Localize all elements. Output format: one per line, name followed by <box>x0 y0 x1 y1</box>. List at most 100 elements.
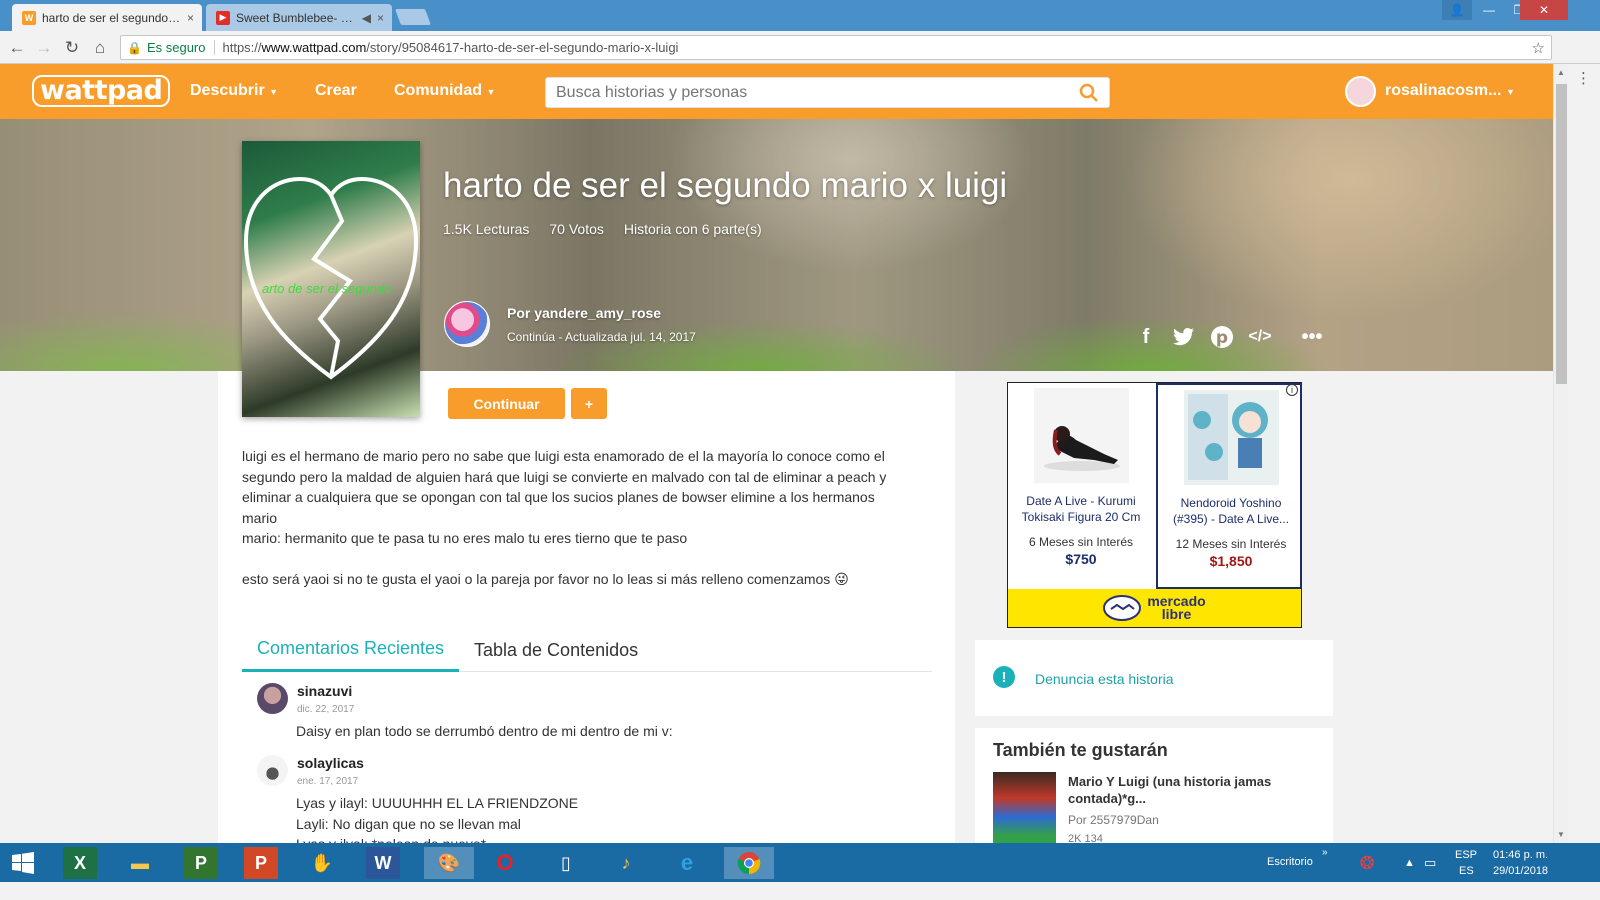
page-scrollbar[interactable]: ▲ ▼ <box>1553 64 1568 843</box>
commenter-name[interactable]: sinazuvi <box>297 683 352 699</box>
scroll-thumb[interactable] <box>1556 84 1567 384</box>
windows-taskbar: X ▬ P P ✋ W 🎨 O ▯ ♪ e Escritorio » ❂ ▲ ▭… <box>0 843 1600 882</box>
nav-discover[interactable]: Descubrir ▼ <box>190 82 278 100</box>
embed-code-icon[interactable]: </> <box>1246 323 1274 351</box>
music-app-icon[interactable]: ♪ <box>609 847 643 879</box>
glove-app-icon[interactable]: ✋ <box>305 847 339 879</box>
chrome-icon[interactable] <box>724 847 774 879</box>
desktop-toolbar-label[interactable]: Escritorio <box>1267 856 1313 868</box>
recommended-story-title[interactable]: Mario Y Luigi (una historia jamas contad… <box>1068 773 1318 807</box>
keyboard-layout-indicator[interactable]: ES <box>1459 865 1474 877</box>
description-line: segundo pero la maldad de alguien hará q… <box>242 468 887 485</box>
description-line: luigi es el hermano de mario pero no sab… <box>242 448 885 464</box>
author-avatar[interactable] <box>444 301 490 347</box>
wattpad-header: wattpad Descubrir ▼ Crear Comunidad ▼ ro… <box>0 64 1553 119</box>
ad-installments: 12 Meses sin Interés <box>1175 537 1287 551</box>
recommended-story-stats: 2K 134 <box>1068 833 1103 843</box>
story-hero-banner: harto de ser el segundo mario x luigi 1.… <box>0 119 1553 371</box>
windows-logo-icon <box>12 852 34 874</box>
ad-info-icon[interactable]: i <box>1286 384 1298 396</box>
network-icon[interactable]: ▭ <box>1424 855 1436 871</box>
internet-explorer-icon[interactable]: e <box>670 847 704 879</box>
facebook-share-icon[interactable]: f <box>1132 323 1160 351</box>
toolbar-expand-icon[interactable]: » <box>1322 847 1328 858</box>
comment-line: Lyas y ilayl: UUUUHHH EL LA FRIENDZONE <box>296 795 579 811</box>
url-domain: www.wattpad.com <box>261 40 367 55</box>
more-options-icon[interactable]: ••• <box>1298 323 1326 351</box>
pinterest-share-icon[interactable]: p <box>1208 323 1236 351</box>
bookmark-star-icon[interactable]: ☆ <box>1532 39 1545 57</box>
user-profile-icon[interactable]: 👤 <box>1442 0 1472 20</box>
forward-icon[interactable]: → <box>33 37 55 59</box>
close-window-button[interactable]: ✕ <box>1520 0 1568 20</box>
scroll-up-icon[interactable]: ▲ <box>1557 68 1565 77</box>
antivirus-tray-icon[interactable]: ❂ <box>1350 847 1384 879</box>
commenter-avatar[interactable] <box>257 683 288 714</box>
clock-time[interactable]: 01:46 p. m. <box>1493 849 1548 861</box>
mercadolibre-banner[interactable]: mercado libre <box>1008 589 1301 627</box>
excel-icon[interactable]: X <box>63 847 97 879</box>
back-icon[interactable]: ← <box>6 37 28 59</box>
votes-count: 70 Votos <box>549 221 604 237</box>
comment-item: solaylicas ene. 17, 2017 Lyas y ilayl: U… <box>257 755 907 843</box>
ad-product[interactable]: Date A Live - Kurumi Tokisaki Figura 20 … <box>1008 383 1154 589</box>
word-icon[interactable]: W <box>366 847 400 879</box>
alert-icon: ! <box>993 666 1015 688</box>
recommended-story-author[interactable]: Por 2557979Dan <box>1068 813 1159 827</box>
report-story-box: ! Denuncia esta historia <box>975 640 1333 716</box>
search-input[interactable] <box>546 78 1046 107</box>
comment-item: sinazuvi dic. 22, 2017 Daisy en plan tod… <box>257 683 907 743</box>
minimize-button[interactable]: — <box>1474 0 1504 20</box>
browser-tab-wattpad[interactable]: W harto de ser el segundo mario x luigi … <box>12 4 202 31</box>
paint-icon[interactable]: 🎨 <box>424 847 474 879</box>
comment-line: Lyas y ilyal: *pelean de nuevo* <box>296 834 578 843</box>
language-indicator[interactable]: ESP <box>1455 849 1477 861</box>
clock-date[interactable]: 29/01/2018 <box>1493 865 1548 877</box>
home-icon[interactable]: ⌂ <box>89 37 111 59</box>
powerpoint-icon[interactable]: P <box>244 847 278 879</box>
ad-price: $1,850 <box>1209 553 1253 569</box>
close-tab-icon[interactable]: × <box>187 11 194 25</box>
brand-line: libre <box>1161 606 1192 622</box>
add-to-list-button[interactable]: + <box>571 388 607 419</box>
advertisement[interactable]: Date A Live - Kurumi Tokisaki Figura 20 … <box>1007 382 1302 628</box>
ad-product-title: Date A Live - Kurumi Tokisaki Figura 20 … <box>1021 494 1141 524</box>
new-tab-button[interactable] <box>395 9 431 25</box>
story-cover[interactable]: arto de ser el segundo <box>242 141 420 417</box>
tray-expand-icon[interactable]: ▲ <box>1404 857 1415 869</box>
tab-recent-comments[interactable]: Comentarios Recientes <box>242 628 459 672</box>
comment-text: Daisy en plan todo se derrumbó dentro de… <box>296 721 673 742</box>
tab-table-of-contents[interactable]: Tabla de Contenidos <box>474 628 638 672</box>
twitter-share-icon[interactable] <box>1170 323 1198 351</box>
url-field[interactable]: 🔒 Es seguro https://www.wattpad.com/stor… <box>120 35 1552 60</box>
twitter-bird-icon <box>1173 328 1194 346</box>
recommended-story-cover[interactable] <box>993 772 1056 843</box>
file-explorer-icon[interactable]: ▬ <box>123 847 157 879</box>
nav-community[interactable]: Comunidad ▼ <box>394 82 495 100</box>
opera-icon[interactable]: O <box>488 847 522 879</box>
search-icon[interactable] <box>1079 83 1099 103</box>
scroll-down-icon[interactable]: ▼ <box>1557 830 1565 839</box>
commenter-avatar[interactable] <box>257 755 288 786</box>
project-icon[interactable]: P <box>184 847 218 879</box>
browser-tab-youtube[interactable]: ▶ Sweet Bumblebee- Peppa ◀ × <box>206 4 392 31</box>
browser-menu-icon[interactable]: ⋮ <box>1576 69 1591 87</box>
blank-document-icon[interactable]: ▯ <box>549 847 583 879</box>
comment-date: dic. 22, 2017 <box>297 704 355 715</box>
nav-create[interactable]: Crear <box>315 82 357 100</box>
windows-start-icon[interactable] <box>6 847 40 879</box>
wattpad-logo[interactable]: wattpad <box>32 75 171 107</box>
ad-product[interactable]: Nendoroid Yoshino (#395) - Date A Live..… <box>1156 383 1302 589</box>
svg-text:p: p <box>1216 328 1228 348</box>
nendoroid-product-image <box>1184 390 1279 485</box>
commenter-name[interactable]: solaylicas <box>297 755 364 771</box>
report-story-link[interactable]: Denuncia esta historia <box>1035 671 1174 687</box>
user-menu[interactable]: rosalinacosm... ▼ <box>1385 82 1515 100</box>
comment-date: ene. 17, 2017 <box>297 776 359 787</box>
close-tab-icon[interactable]: × <box>377 11 384 25</box>
reload-icon[interactable]: ↻ <box>61 37 83 59</box>
continue-reading-button[interactable]: Continuar <box>448 388 565 419</box>
comment-line: Daisy en plan todo se derrumbó dentro de… <box>296 723 673 739</box>
user-avatar[interactable] <box>1345 76 1376 107</box>
author-name[interactable]: Por yandere_amy_rose <box>507 305 661 321</box>
